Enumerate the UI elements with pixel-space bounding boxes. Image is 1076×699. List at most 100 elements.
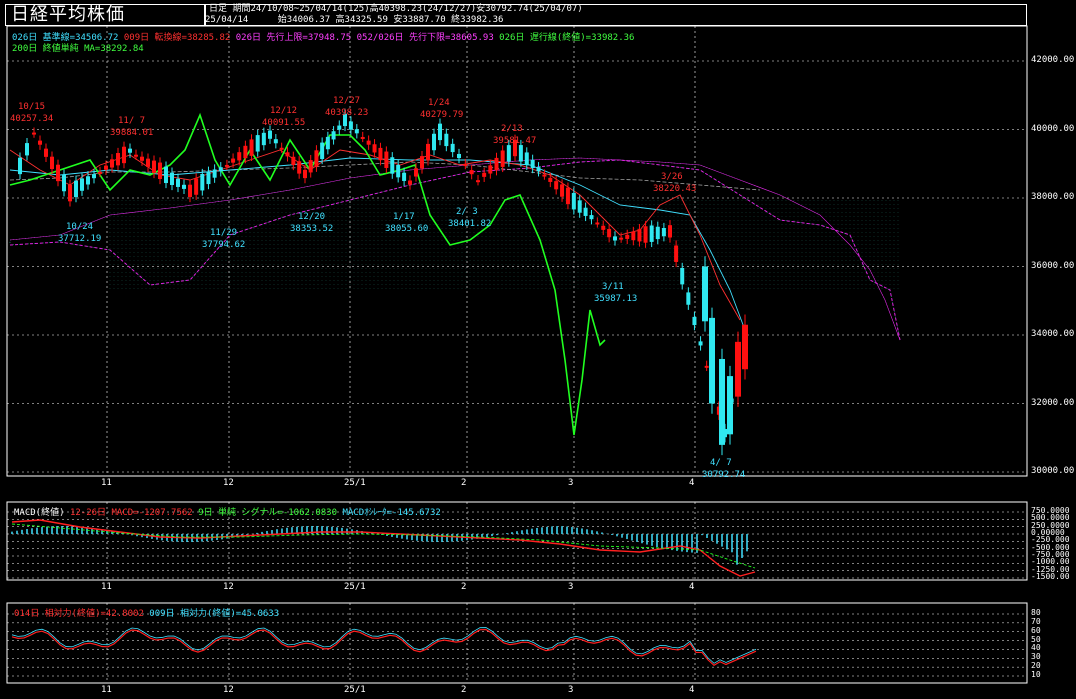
candle-up: [637, 229, 642, 242]
macd-label-signal: 9日 単純 シグナル=-1062.0830: [198, 508, 338, 518]
macd-date-label: 25/1: [344, 582, 366, 592]
rsi-tick-label: 80: [1031, 608, 1041, 617]
candle-down: [661, 228, 666, 237]
candle-up: [249, 139, 254, 156]
candle-down: [92, 174, 96, 179]
candle-up: [68, 184, 72, 202]
candle-down: [530, 159, 535, 169]
candle-up: [735, 341, 741, 397]
candle-down: [255, 135, 260, 152]
candle-up: [601, 225, 606, 230]
candle-up: [38, 140, 42, 145]
annotation-date: 3/26: [661, 172, 683, 182]
candle-up: [360, 136, 365, 139]
candle-up: [291, 156, 296, 165]
rsi-date-label: 2: [461, 685, 467, 695]
macd-date-label: 4: [689, 582, 695, 592]
candle-up: [463, 164, 468, 167]
annotation-value: 40257.34: [10, 114, 54, 124]
candle-up: [668, 225, 672, 238]
annotation-date: 2/ 3: [456, 207, 478, 217]
candle-down: [170, 172, 174, 185]
annotation-date: 11/ 7: [118, 116, 146, 126]
price-tick-label: 34000.00: [1031, 329, 1075, 339]
annotation-value: 37712.19: [58, 234, 102, 244]
candle-up: [152, 160, 156, 173]
candle-down: [719, 358, 725, 445]
candle-up: [110, 159, 114, 168]
annotation-date: 12/20: [298, 212, 326, 222]
candle-up: [279, 147, 284, 150]
rsi-label-9: 009日 相対力(終値)=45.0633: [149, 609, 280, 619]
candle-down: [692, 316, 697, 326]
candle-down: [331, 131, 336, 140]
rsi-date-label: 3: [568, 685, 574, 695]
candle-down: [402, 172, 407, 181]
annotation-value: 39581.47: [493, 136, 537, 146]
candle-up: [188, 184, 192, 198]
candle-down: [702, 266, 708, 322]
annotation-value: 35987.13: [594, 294, 638, 304]
macd-tick-label: -1500.00: [1031, 572, 1070, 581]
candle-up: [32, 132, 36, 135]
chart-canvas: [6, 25, 1028, 684]
candle-down: [577, 200, 582, 213]
candle-up: [548, 177, 553, 182]
candle-up: [542, 174, 547, 177]
annotation-value: 37794.62: [202, 240, 246, 250]
rsi-tick-label: 70: [1031, 616, 1041, 626]
candle-down: [524, 152, 529, 165]
candle-up: [494, 157, 499, 171]
annotation-date: 4/ 7: [710, 458, 732, 468]
price-tick-label: 42000.00: [1031, 55, 1075, 65]
annotation-date: 12/12: [270, 106, 298, 116]
candle-up: [194, 178, 199, 195]
ichimoku-cloud: [9, 157, 901, 341]
candle-down: [432, 133, 436, 151]
candle-down: [589, 215, 594, 220]
candle-up: [104, 165, 108, 170]
macd-label-macd: 12-26日 MACD=-1207.7562: [69, 508, 193, 518]
candle-down: [80, 178, 84, 191]
candle-up: [122, 146, 126, 164]
annotation-value: 38401.82: [448, 219, 492, 229]
annotation-value: 39884.01: [110, 128, 154, 138]
rsi-label-14: 014日 相対力(終値)=42.8002: [14, 609, 144, 619]
candle-down: [261, 132, 266, 146]
candle-up: [643, 226, 648, 243]
candle-up: [56, 164, 60, 182]
annotation-value: 40279.79: [420, 110, 464, 120]
candle-up: [595, 222, 600, 225]
annotation-date: 11/29: [210, 228, 238, 238]
rsi-date-label: 25/1: [344, 685, 366, 695]
candle-down: [583, 207, 588, 216]
annotation-value: 38220.43: [653, 184, 697, 194]
senkou-span-a-line: [9, 157, 901, 341]
candle-up: [314, 150, 319, 167]
price-tick-label: 40000.00: [1031, 123, 1075, 134]
annotation-date: 12/27: [333, 96, 361, 106]
annotation-date: 1/24: [428, 98, 450, 108]
candle-down: [649, 225, 654, 242]
candle-up: [554, 181, 559, 190]
candle-up: [224, 164, 229, 167]
rsi-tick-label: 10: [1031, 670, 1041, 679]
candle-down: [354, 129, 359, 134]
candle-down: [396, 164, 401, 178]
macd-label-main: MACD(終値): [14, 508, 65, 518]
candle-up: [476, 180, 480, 183]
macd-date-label: 12: [223, 582, 234, 592]
candle-up: [704, 365, 709, 368]
date-label: 25/1: [344, 478, 366, 488]
candle-down: [680, 267, 685, 285]
date-label: 12: [223, 478, 234, 488]
macd-legend: MACD(終値) 12-26日 MACD=-1207.7562 9日 単純 シグ…: [14, 505, 441, 518]
candle-down: [325, 136, 330, 150]
candle-down: [444, 133, 449, 147]
price-tick-label: 36000.00: [1031, 260, 1075, 271]
macd-date-label: 2: [461, 582, 467, 592]
candle-down: [18, 157, 22, 175]
candle-down: [320, 142, 325, 160]
candle-up: [500, 150, 505, 167]
candle-up: [50, 156, 54, 170]
